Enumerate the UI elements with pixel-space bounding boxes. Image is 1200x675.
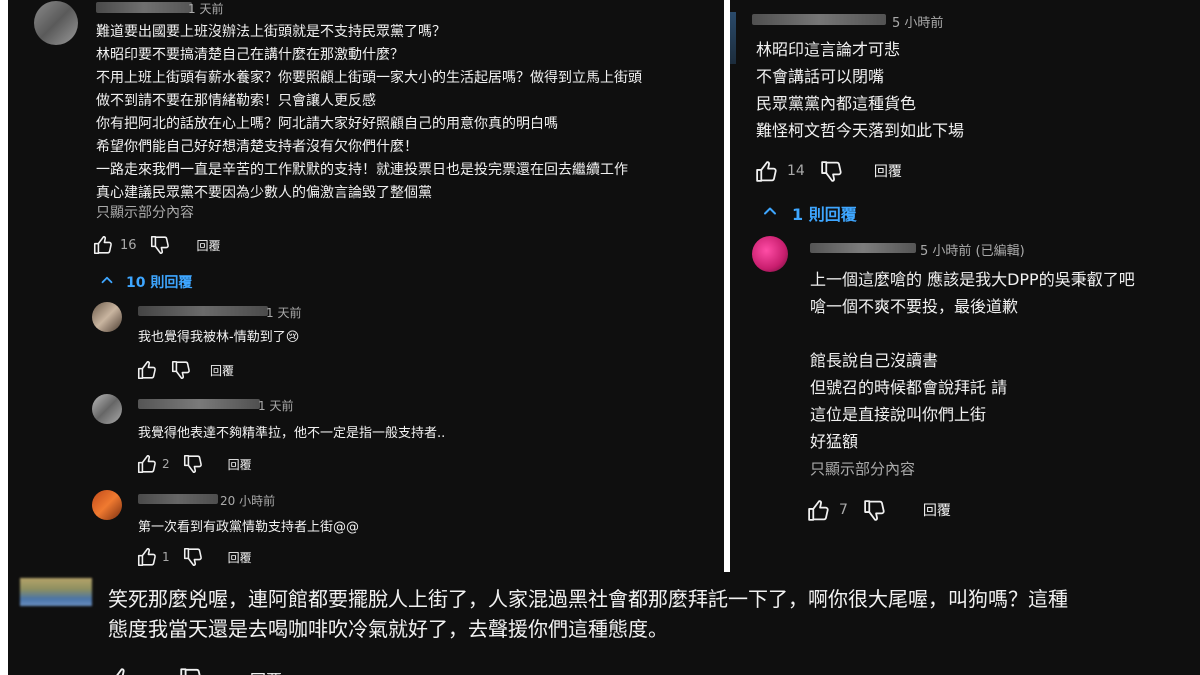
reply-timestamp: 20 小時前: [220, 494, 276, 508]
commenter-name-blurred[interactable]: [752, 14, 886, 25]
avatar-edge: [730, 12, 736, 64]
comment-line: 不用上班上街頭有薪水養家？你要照顧上街頭一家大小的生活起居嗎？做得到立馬上街頭: [96, 70, 642, 86]
replies-toggle[interactable]: 1 則回覆: [760, 202, 857, 224]
like-count: 2: [162, 457, 170, 471]
thumbs-down-icon[interactable]: [182, 546, 204, 568]
thumbs-up-icon[interactable]: [136, 359, 158, 381]
commenter-name-blurred[interactable]: [96, 2, 192, 13]
reply-timestamp: 1 天前: [266, 306, 302, 320]
reply-text: 我覺得他表達不夠精準拉，他不一定是指一般支持者..: [138, 426, 446, 441]
thumbs-up-icon[interactable]: [92, 234, 114, 256]
reply-avatar[interactable]: [92, 490, 122, 520]
thumbs-down-icon[interactable]: [178, 666, 204, 675]
replies-toggle[interactable]: 10 則回覆: [98, 272, 192, 292]
reply-actions: 2 回覆: [136, 453, 252, 475]
thumbs-up-icon[interactable]: [136, 453, 158, 475]
thumbs-up-icon[interactable]: [806, 498, 831, 523]
reply-line: 好猛額: [810, 432, 859, 451]
comment-line: 你有把阿北的話放在心上嗎？阿北請大家好好照顧自己的用意你真的明白嗎: [96, 116, 558, 132]
reply-timestamp: 1 天前: [258, 399, 294, 413]
reply-button[interactable]: 回覆: [874, 161, 902, 181]
bottom-comment: 笑死那麼兇喔，連阿館都要擺脫人上街了，人家混過黑社會都那麼拜託一下了，啊你很大尾…: [8, 572, 1200, 675]
comment-timestamp: 5 小時前: [892, 16, 944, 31]
reply-text: 我也覺得我被林-情勒到了😢: [138, 330, 300, 345]
thumbs-down-icon[interactable]: [170, 359, 192, 381]
comment-line: 希望你們能自己好好想清楚支持者沒有欠你們什麼！: [96, 139, 418, 155]
reply-line: 嗆一個不爽不要投，最後道歉: [810, 297, 1019, 316]
commenter-avatar[interactable]: [34, 1, 78, 45]
comment-text: 難道要出國要上班沒辦法上街頭就是不支持民眾黨了嗎？ 林昭印要不要搞清楚自己在講什…: [96, 21, 642, 205]
comment-line: 不會講話可以閉嘴: [756, 67, 885, 86]
comment-actions: 回覆: [108, 666, 282, 675]
reply-name-blurred[interactable]: [138, 399, 260, 409]
reply-line: 這位是直接說叫你們上街: [810, 405, 987, 424]
like-count: 14: [787, 163, 805, 179]
chevron-up-icon: [98, 271, 116, 293]
reply-button[interactable]: 回覆: [228, 456, 252, 473]
reply-button[interactable]: 回覆: [250, 667, 282, 675]
chevron-up-icon: [760, 201, 780, 225]
reply-button[interactable]: 回覆: [210, 362, 234, 379]
reply-line: [810, 320, 1135, 347]
right-comment-thread: 5 小時前 林昭印這言論才可悲 不會講話可以閉嘴 民眾黨黨內都這種貨色 難怪柯文…: [730, 0, 1200, 572]
comment-actions: 16 回覆: [92, 234, 221, 256]
reply-button[interactable]: 回覆: [197, 237, 221, 254]
comment-line: 林昭印要不要搞清楚自己在講什麼在那激動什麼？: [96, 47, 404, 63]
reply-avatar[interactable]: [92, 394, 122, 424]
comment-line: 難怪柯文哲今天落到如此下場: [756, 121, 965, 140]
thumbs-down-icon[interactable]: [182, 453, 204, 475]
comment-line: 做不到請不要在那情緒勒索！只會讓人更反感: [96, 93, 376, 109]
reply-actions: 1 回覆: [136, 546, 252, 568]
reply-button[interactable]: 回覆: [228, 549, 252, 566]
reply-line: 上一個這麼嗆的 應該是我大DPP的吳秉叡了吧: [810, 270, 1135, 289]
comment-line: 難道要出國要上班沒辦法上街頭就是不支持民眾黨了嗎？: [96, 24, 446, 40]
comment-line: 一路走來我們一直是辛苦的工作默默的支持！就連投票日也是投完票還在回去繼續工作: [96, 162, 628, 178]
show-less-link[interactable]: 只顯示部分內容: [810, 458, 915, 479]
reply-button[interactable]: 回覆: [923, 500, 951, 520]
replies-toggle-label: 10 則回覆: [126, 275, 193, 291]
replies-toggle-label: 1 則回覆: [792, 205, 857, 224]
reply-name-blurred[interactable]: [138, 306, 268, 316]
reply-text: 第一次看到有政黨情勒支持者上街@@: [138, 520, 360, 535]
reply-line: 但號召的時候都會說拜託 請: [810, 378, 1008, 397]
like-count: 7: [839, 502, 848, 518]
comment-line: 民眾黨黨內都這種貨色: [756, 94, 917, 113]
reply-actions: 回覆: [136, 359, 234, 381]
reply-name-blurred[interactable]: [810, 243, 916, 253]
thumbs-up-icon[interactable]: [754, 159, 779, 184]
thumbs-down-icon[interactable]: [862, 498, 887, 523]
reply-timestamp: 5 小時前 (已編輯): [920, 244, 1025, 259]
reply-actions: 7 回覆: [806, 497, 951, 523]
thumbs-up-icon[interactable]: [136, 546, 158, 568]
reply-text: 上一個這麼嗆的 應該是我大DPP的吳秉叡了吧 嗆一個不爽不要投，最後道歉 館長說…: [810, 266, 1135, 455]
reply-name-blurred[interactable]: [138, 494, 218, 504]
thumbs-down-icon[interactable]: [819, 159, 844, 184]
left-comment-thread: 1 天前 難道要出國要上班沒辦法上街頭就是不支持民眾黨了嗎？ 林昭印要不要搞清楚…: [8, 0, 724, 572]
comment-text: 笑死那麼兇喔，連阿館都要擺脫人上街了，人家混過黑社會都那麼拜託一下了，啊你很大尾…: [108, 584, 1068, 644]
comment-actions: 14 回覆: [754, 158, 902, 184]
thumbs-down-icon[interactable]: [149, 234, 171, 256]
reply-avatar[interactable]: [92, 302, 122, 332]
reply-line: 館長說自己沒讀書: [810, 351, 939, 370]
comment-timestamp: 1 天前: [188, 2, 224, 16]
comment-line: 林昭印這言論才可悲: [756, 40, 901, 59]
commenter-avatar[interactable]: [20, 578, 92, 606]
comment-line: 笑死那麼兇喔，連阿館都要擺脫人上街了，人家混過黑社會都那麼拜託一下了，啊你很大尾…: [108, 587, 1068, 611]
thumbs-up-icon[interactable]: [108, 666, 134, 675]
show-less-link[interactable]: 只顯示部分內容: [96, 202, 194, 222]
like-count: 1: [162, 550, 170, 564]
comment-text: 林昭印這言論才可悲 不會講話可以閉嘴 民眾黨黨內都這種貨色 難怪柯文哲今天落到如…: [756, 36, 964, 144]
comment-line: 態度我當天還是去喝咖啡吹冷氣就好了，去聲援你們這種態度。: [108, 617, 668, 641]
reply-avatar[interactable]: [752, 236, 788, 272]
like-count: 16: [120, 237, 137, 253]
